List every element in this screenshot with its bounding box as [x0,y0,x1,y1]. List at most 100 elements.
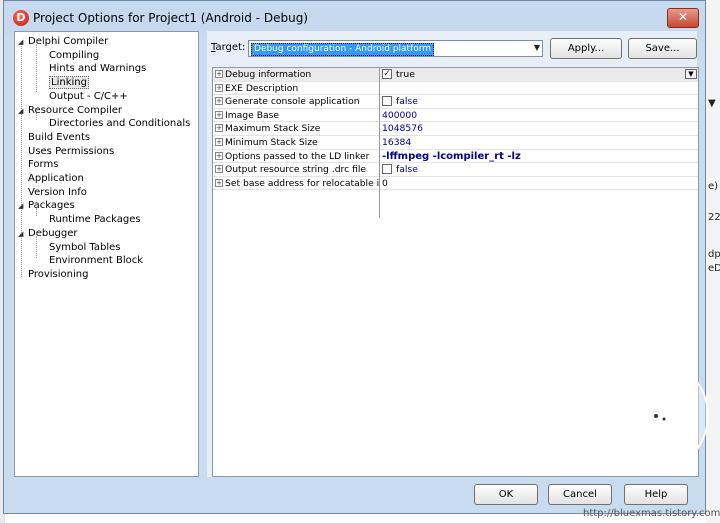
tree-item[interactable]: Uses Permissions [18,145,114,158]
tree-item[interactable]: Directories and Conditionals [39,117,190,130]
property-column-divider[interactable] [379,68,380,218]
watermark-logo-drawing [607,368,695,454]
background-text-fragment: dp [708,249,720,260]
tree-item[interactable]: Compiling [39,49,99,62]
tree-item-label: Compiling [49,49,100,61]
tree-item[interactable]: ◢ Debugger [18,227,78,240]
tree-item-label: Linking [49,76,89,90]
property-name: Generate console application [225,96,360,108]
property-value: false [396,164,418,176]
chevron-down-icon[interactable]: ▼ [685,69,697,79]
expand-plus-icon[interactable]: + [215,165,223,174]
property-name: EXE Description [225,82,299,94]
expand-plus-icon[interactable]: + [215,178,223,187]
expand-plus-icon[interactable]: + [215,138,223,146]
window-title: Project Options for Project1 (Android - … [33,11,308,25]
property-row[interactable]: + Options passed to the LD linker -lffmpeg… [213,150,698,164]
property-row[interactable]: + Minimum Stack Size 16384 [213,136,698,150]
tree-item[interactable]: ◢ Resource Compiler [18,104,122,117]
tree-item-label: Output - C/C++ [49,90,128,102]
tree-item-label: Build Events [28,131,91,143]
tree-item[interactable]: Forms [18,158,58,171]
tree-item-label: Directories and Conditionals [49,118,191,130]
watermark-url: http://bluexmas.tistory.com [583,508,720,519]
target-label: Target: [211,42,246,53]
property-value[interactable]: 0 [382,177,672,190]
tree-item[interactable]: Build Events [18,131,90,144]
tree-item-label: Hints and Warnings [49,63,147,75]
property-value[interactable]: 1048576 [382,122,672,135]
expand-triangle-icon[interactable]: ◢ [18,200,28,213]
expand-plus-icon[interactable]: + [215,83,223,92]
expand-triangle-icon[interactable]: ◢ [18,36,28,49]
tree-item-label: Delphi Compiler [28,36,109,47]
property-row[interactable]: + Debug information ✓ true ▼ [213,68,698,82]
property-value[interactable] [382,82,672,95]
tree-item[interactable]: Environment Block [39,254,143,267]
tree-item-label: Uses Permissions [28,145,115,157]
property-name: Set base address for relocatable imag [225,177,380,189]
property-row[interactable]: + Maximum Stack Size 1048576 [213,122,698,136]
background-text-fragment: eDa [708,263,720,274]
options-tree: ◢ Delphi Compiler Compiling Hints and Warni… [14,31,199,477]
tree-item[interactable]: Hints and Warnings [39,62,146,75]
property-checkbox[interactable]: ✓ [382,69,392,79]
expand-triangle-icon[interactable]: ◢ [18,228,28,241]
tree-item-label: Resource Compiler [28,104,123,116]
property-value[interactable]: -lffmpeg -lcompiler_rt -lz [382,150,672,163]
expand-plus-icon[interactable]: + [215,70,223,78]
expand-plus-icon[interactable]: + [215,110,223,119]
background-text-fragment: e) [708,181,719,192]
tree-item[interactable]: Provisioning [18,268,88,281]
tree-item-label: Provisioning [28,268,89,280]
property-name: Debug information [225,69,312,80]
property-row[interactable]: + Generate console application false [213,95,698,109]
property-row[interactable]: + Output resource string .drc file false [213,163,698,177]
help-button[interactable]: Help [624,484,688,505]
tree-item-label: Debugger [28,227,78,239]
close-button[interactable]: ✕ [667,8,699,28]
tree-item[interactable]: Runtime Packages [39,213,141,226]
chevron-down-icon[interactable]: ▼ [534,43,540,52]
tree-item[interactable]: Application [18,172,84,185]
tree-item-label: Symbol Tables [49,241,121,253]
property-name: Image Base [225,109,280,121]
target-combobox[interactable]: Debug configuration - Android platform ▼ [248,40,543,57]
delphi-app-icon: D [13,10,29,26]
property-row[interactable]: + Image Base 400000 [213,109,698,123]
tree-item-label: Application [28,173,84,184]
tree-connector [36,44,37,92]
cancel-button[interactable]: Cancel [548,484,612,505]
property-value: false [396,96,418,108]
tree-item[interactable]: ◢ Delphi Compiler [18,35,108,48]
property-checkbox[interactable] [382,96,392,107]
tree-item[interactable]: Linking [39,76,89,90]
expand-plus-icon[interactable]: + [215,97,223,106]
tree-item[interactable]: Symbol Tables [39,241,121,254]
background-application: ▼ e) 22. dp eDa [706,0,720,523]
expand-plus-icon[interactable]: + [215,124,223,133]
watermark-logo [592,357,709,474]
property-name: Options passed to the LD linker [225,150,370,162]
save-button[interactable]: Save... [628,38,697,59]
property-row[interactable]: + EXE Description [213,82,698,96]
property-value: true [396,69,415,80]
tree-item-label: Version Info [28,186,87,198]
title-bar[interactable]: D Project Options for Project1 (Android … [4,1,705,35]
apply-button[interactable]: Apply... [550,38,622,59]
tree-item-label: Runtime Packages [49,214,141,226]
tree-item-label: Environment Block [49,255,144,267]
property-name: Minimum Stack Size [225,137,318,148]
tree-item[interactable]: Output - C/C++ [39,90,128,103]
expand-plus-icon[interactable]: + [215,151,223,160]
expand-triangle-icon[interactable]: ◢ [18,105,28,118]
property-checkbox[interactable] [382,164,392,175]
property-value[interactable]: 16384 [382,136,672,149]
property-row[interactable]: +Set base address for relocatable imag0 [213,177,698,191]
property-value[interactable]: 400000 [382,109,672,122]
tree-item[interactable]: Version Info [18,186,87,199]
target-combobox-value: Debug configuration - Android platform [251,43,435,56]
property-name: Maximum Stack Size [225,123,321,135]
tree-item[interactable]: ◢ Packages [18,199,75,212]
ok-button[interactable]: OK [474,484,538,505]
